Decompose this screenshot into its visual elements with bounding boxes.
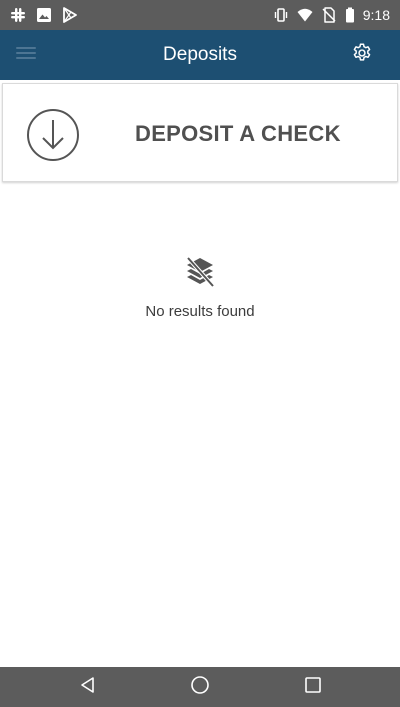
navigation-bar — [0, 667, 400, 707]
recents-icon — [303, 675, 323, 700]
no-sim-icon — [321, 7, 337, 23]
home-button[interactable] — [188, 675, 212, 699]
gear-icon — [351, 42, 373, 69]
no-results-icon — [183, 255, 217, 289]
slack-icon — [10, 7, 26, 23]
empty-state: No results found — [0, 255, 400, 320]
deposit-check-button[interactable]: DEPOSIT A CHECK — [2, 83, 398, 182]
play-store-icon — [62, 7, 78, 23]
back-button[interactable] — [76, 675, 100, 699]
image-icon — [36, 7, 52, 23]
page-title: Deposits — [163, 44, 237, 65]
status-right-icons: 9:18 — [273, 6, 390, 24]
app-bar: Deposits — [0, 30, 400, 80]
download-circle-icon — [26, 108, 80, 162]
back-icon — [78, 675, 98, 700]
home-icon — [190, 675, 210, 700]
vibrate-icon — [273, 7, 289, 23]
battery-icon — [345, 7, 355, 23]
no-results-message: No results found — [145, 303, 255, 320]
status-left-icons — [10, 7, 78, 23]
deposit-check-label: DEPOSIT A CHECK — [135, 121, 341, 146]
status-time: 9:18 — [362, 7, 390, 23]
settings-button[interactable] — [350, 43, 374, 67]
wifi-icon — [297, 7, 313, 23]
status-bar: 9:18 — [0, 0, 400, 30]
recents-button[interactable] — [301, 675, 325, 699]
